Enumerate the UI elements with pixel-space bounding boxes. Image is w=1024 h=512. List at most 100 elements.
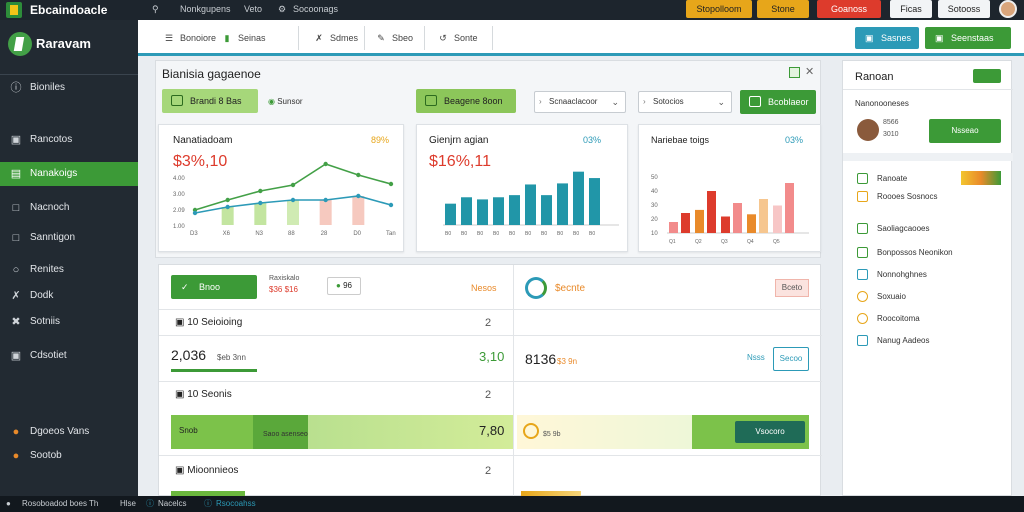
- dropdown-scna[interactable]: › Scnaaclacoor ⌄: [534, 91, 626, 113]
- x-tick-label: B0: [445, 231, 451, 237]
- stat-label: Raxiskalo: [269, 275, 300, 282]
- bar: [773, 205, 782, 233]
- side-row-label: $5 9b: [543, 431, 561, 438]
- close-icon[interactable]: ✕: [805, 65, 814, 78]
- square-icon: ▣: [175, 465, 185, 476]
- calculator-icon: ▣: [10, 134, 22, 146]
- sidebar-item-sotniis[interactable]: ✖ Sotniis: [0, 310, 138, 334]
- secondary-header-button[interactable]: ▣ Seenstaas: [925, 27, 1011, 49]
- tb-item-menu[interactable]: ☰ Bonoiore: [164, 28, 216, 48]
- filter-button-beagene[interactable]: Beagene 8oon: [416, 89, 516, 113]
- green-action-button[interactable]: ✓ Bnoo: [171, 275, 257, 299]
- x-tick-label: Q4: [747, 239, 754, 245]
- bar: [759, 199, 768, 233]
- sidebar-item-renites[interactable]: ○ Renites: [0, 258, 138, 282]
- primary-header-button[interactable]: ▣ Sasnes: [855, 27, 919, 49]
- colored-bar-chart: 10 20 30 40 50 Q1 Q2 Q3 Q4 Q5: [651, 175, 809, 245]
- bar: [733, 203, 742, 233]
- data-point: [192, 210, 198, 216]
- tb-item-tools[interactable]: ✗ Sdmes: [314, 28, 358, 48]
- green-highlight-row[interactable]: [171, 415, 513, 449]
- y-tick-label: 40: [651, 189, 658, 195]
- top-button-label: Sotooss: [947, 4, 981, 14]
- app-title: Ebcaindoacle: [30, 3, 108, 17]
- y-tick-label: 30: [651, 203, 658, 209]
- series-bar: [287, 200, 299, 225]
- top-button-label: Stone: [771, 4, 795, 14]
- tb-item-edit[interactable]: ✎ Sbeo: [376, 28, 413, 48]
- row-button[interactable]: Secoo: [773, 347, 809, 371]
- x-tick-label: B0: [557, 231, 563, 237]
- sidebar-item-dodk[interactable]: ✗ Dodk: [0, 284, 138, 308]
- row-title-text: 10 Seonis: [187, 389, 232, 400]
- coin-icon: [523, 423, 539, 439]
- button-label: Brandi 8 Bas: [190, 96, 242, 106]
- user-avatar[interactable]: [857, 119, 879, 141]
- x-tick-label: B0: [493, 231, 499, 237]
- bar: [525, 184, 536, 225]
- settings-icon[interactable]: ⚙: [278, 4, 286, 15]
- sidebar-item-rancotos[interactable]: ▣ Rancotos: [0, 128, 138, 152]
- row-link[interactable]: Nsss: [747, 353, 765, 362]
- y-tick-label: 2.09: [173, 208, 185, 214]
- bar: [557, 183, 568, 225]
- sidebar-item-bioniles[interactable]: ⓘ Bioniles: [0, 76, 138, 100]
- top-menu-item[interactable]: Socoonags: [293, 4, 338, 14]
- sidebar-item-sootob[interactable]: ● Sootob: [0, 444, 138, 468]
- chart-card-line: Nanatiadoam 89% $3%,10 1.00 2.09 3.00 4.00 D…: [158, 124, 404, 252]
- bottom-panel: ✓ Bnoo Raxiskalo $36 $16 ● 96 Nesos $ecnt…: [158, 264, 822, 497]
- flame-icon: ●: [12, 426, 20, 438]
- top-menu-item[interactable]: Nonkgupens: [180, 4, 231, 14]
- y-tick-label: 10: [651, 231, 658, 237]
- toggle-icon[interactable]: [973, 69, 1001, 83]
- top-button-4[interactable]: Ficas: [890, 0, 932, 18]
- series-bar: [221, 207, 234, 225]
- badge-button[interactable]: Bceto: [775, 279, 809, 297]
- panel-check-icon[interactable]: [789, 67, 800, 78]
- top-menu-item[interactable]: Veto: [244, 4, 262, 14]
- check-icon: [749, 96, 761, 107]
- sidebar-item-cdsotiet[interactable]: ▣ Cdsotiet: [0, 344, 138, 368]
- tb-item-history[interactable]: ↺ Sonte: [438, 28, 477, 48]
- info-icon: ⓘ: [10, 82, 22, 94]
- lightning-icon: ✓: [181, 282, 189, 292]
- bar: [461, 197, 472, 225]
- list-label: Roooes Sosnocs: [877, 192, 938, 201]
- link-nesos[interactable]: Nesos: [471, 283, 497, 293]
- series-bar: [254, 203, 267, 225]
- apply-button[interactable]: Bcoblaeor: [740, 90, 816, 114]
- button-label: Seenstaas: [951, 33, 994, 43]
- sidebar-item-dgoeos[interactable]: ● Dgoeos Vans: [0, 420, 138, 444]
- green-row-value: 7,80: [479, 423, 505, 438]
- sidebar-item-sanntigon[interactable]: □ Sanntigon: [0, 226, 138, 250]
- search-icon[interactable]: ⚲: [152, 4, 159, 15]
- brand-logo-icon: [8, 32, 32, 56]
- top-button-label: Goanoss: [830, 4, 868, 14]
- list-label: Nonnohghnes: [877, 270, 927, 279]
- user-action-button[interactable]: Nsseao: [929, 119, 1001, 143]
- top-button-1[interactable]: Stopolloom: [686, 0, 752, 18]
- y-tick-label: 20: [651, 217, 658, 223]
- tb-item-save[interactable]: ▮ Seinas: [222, 28, 266, 48]
- sidebar-item-nanakoigs[interactable]: ▤ Nanakoigs: [0, 162, 138, 186]
- mini-button[interactable]: ● 96: [327, 277, 361, 295]
- tb-label: Sbeo: [392, 33, 414, 43]
- action-button[interactable]: Vsocoro: [735, 421, 805, 443]
- top-button-2[interactable]: Stone: [757, 0, 809, 18]
- list-label: Ranoate: [877, 174, 908, 183]
- app-logo-icon: [6, 2, 22, 18]
- bar: [493, 197, 504, 225]
- top-button-5[interactable]: Sotooss: [938, 0, 990, 18]
- filter-button-brand[interactable]: Brandi 8 Bas: [162, 89, 258, 113]
- filter-link[interactable]: ◉ Sunsor: [268, 97, 303, 106]
- sidebar-item-nacnoch[interactable]: □ Nacnoch: [0, 196, 138, 220]
- bar: [477, 199, 488, 225]
- user-avatar[interactable]: [999, 0, 1017, 18]
- dropdown-soto[interactable]: › Sotocios ⌄: [638, 91, 732, 113]
- data-point: [356, 193, 361, 199]
- list-label: Soxuaio: [877, 292, 906, 301]
- color-toggle[interactable]: [961, 171, 1001, 185]
- x-tick-label: B0: [525, 231, 531, 237]
- tb-label: Sdmes: [330, 33, 359, 43]
- top-button-3[interactable]: Goanoss: [817, 0, 881, 18]
